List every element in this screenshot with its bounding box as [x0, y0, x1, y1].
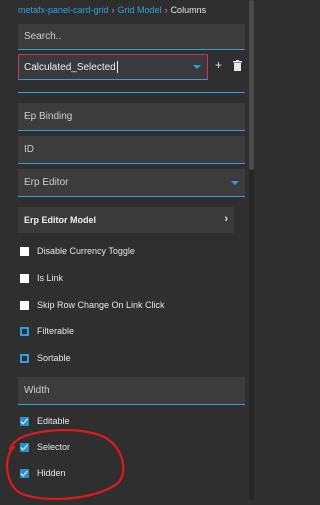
ep-binding-placeholder: Ep Binding	[24, 111, 73, 122]
id-placeholder: ID	[24, 144, 34, 155]
breadcrumb-separator: ›	[111, 5, 115, 15]
chevron-right-icon: ›	[224, 213, 228, 225]
option-disable-currency-toggle[interactable]: Disable Currency Toggle	[20, 246, 135, 256]
width-placeholder: Width	[24, 385, 50, 396]
option-sortable[interactable]: Sortable	[20, 353, 71, 363]
width-field[interactable]: Width	[18, 377, 245, 405]
option-is-link[interactable]: Is Link	[20, 273, 63, 283]
erp-editor-model-button[interactable]: Erp Editor Model ›	[18, 207, 234, 233]
option-label: Skip Row Change On Link Click	[37, 300, 165, 310]
option-label: Is Link	[37, 273, 64, 283]
breadcrumb: metafx-panel-card-grid › Grid Model › Column…	[18, 5, 206, 15]
erp-editor-model-label: Erp Editor Model	[24, 215, 96, 225]
chevron-down-icon	[231, 181, 239, 185]
trash-icon[interactable]	[233, 60, 242, 71]
option-label: Disable Currency Toggle	[37, 246, 135, 256]
option-label: Filterable	[37, 326, 75, 336]
text-caret	[116, 61, 118, 73]
divider	[18, 92, 245, 93]
ep-binding-field[interactable]: Ep Binding	[18, 103, 245, 131]
scrollbar-thumb[interactable]	[249, 0, 254, 170]
checkbox[interactable]	[20, 353, 29, 363]
search-input[interactable]: Search..	[18, 24, 245, 50]
breadcrumb-current: Columns	[170, 5, 207, 15]
checkbox[interactable]	[20, 273, 29, 283]
red-annotation-circle	[6, 428, 125, 501]
breadcrumb-link-panel[interactable]: metafx-panel-card-grid	[18, 5, 109, 15]
breadcrumb-link-grid-model[interactable]: Grid Model	[118, 5, 162, 15]
option-skip-row-change[interactable]: Skip Row Change On Link Click	[20, 300, 165, 310]
chevron-down-icon	[193, 65, 201, 69]
erp-editor-select[interactable]: Erp Editor	[18, 169, 245, 197]
add-column-button[interactable]: +	[215, 59, 222, 71]
checkbox[interactable]	[20, 326, 29, 336]
option-label: Sortable	[37, 353, 71, 363]
erp-editor-value: Erp Editor	[24, 177, 69, 188]
option-filterable[interactable]: Filterable	[20, 326, 74, 336]
id-field[interactable]: ID	[18, 136, 245, 164]
checkbox[interactable]	[20, 246, 29, 256]
search-placeholder: Search..	[24, 31, 62, 42]
column-select-value: Calculated_Selected	[24, 61, 116, 73]
column-select[interactable]: Calculated_Selected	[18, 54, 208, 80]
checkbox[interactable]	[20, 300, 29, 310]
breadcrumb-separator: ›	[164, 5, 168, 15]
